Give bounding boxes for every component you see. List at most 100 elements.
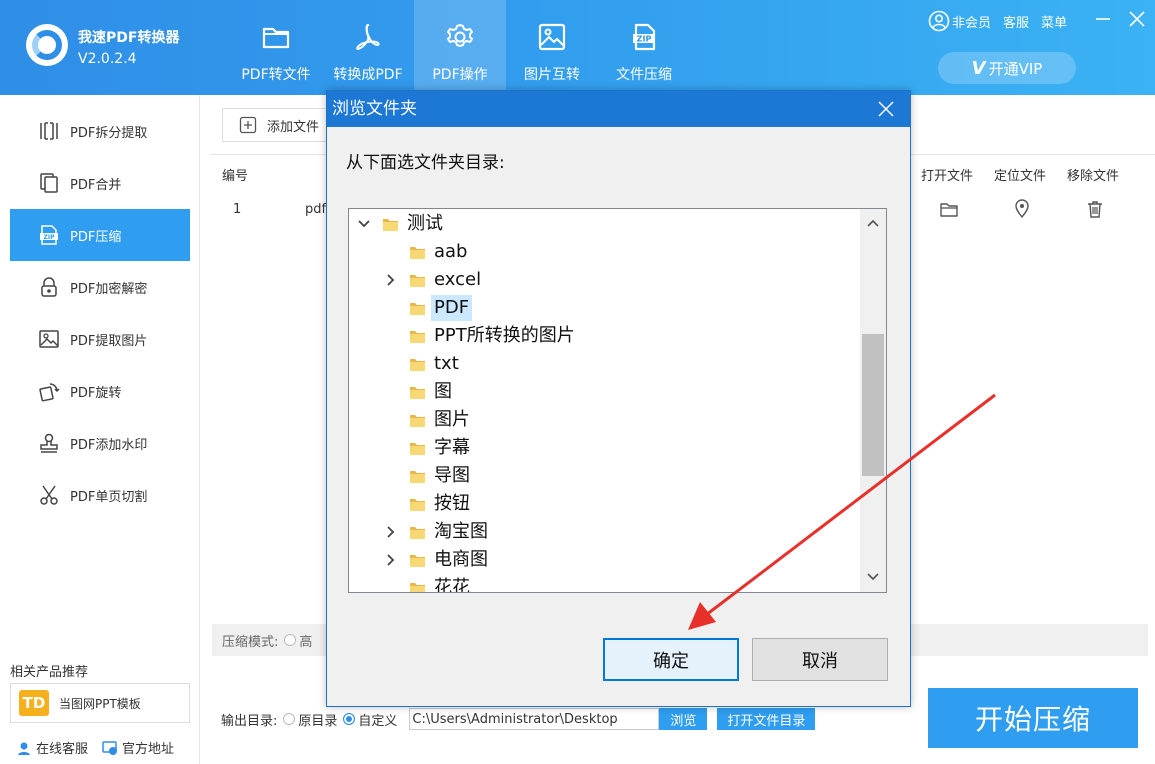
gear-icon	[447, 24, 473, 47]
sidebar-links: 在线客服 官方地址	[16, 738, 188, 757]
folder-name: 图	[434, 381, 452, 402]
tab-image-convert[interactable]: 图片互转	[506, 0, 598, 95]
start-compress-button[interactable]: 开始压缩	[928, 688, 1138, 748]
sidebar-item-compress[interactable]: ZIP PDF压缩	[10, 209, 190, 261]
tree-folder-12[interactable]: 电商图	[349, 546, 859, 574]
tree-folder-0[interactable]: 测试	[349, 210, 859, 238]
sidebar-item-label: PDF拆分提取	[70, 125, 148, 141]
sidebar-item-cut[interactable]: PDF单页切割	[10, 469, 190, 521]
chevron-right-icon[interactable]	[384, 273, 398, 287]
sidebar-item-label: PDF合并	[70, 177, 122, 193]
sidebar-item-label: PDF加密解密	[70, 281, 148, 297]
website-icon	[102, 740, 118, 755]
chevron-right-icon[interactable]	[384, 525, 398, 539]
sidebar-item-merge[interactable]: PDF合并	[10, 157, 190, 209]
folder-icon	[410, 303, 425, 315]
product-name: 当图网PPT模板	[59, 696, 141, 711]
tree-folder-3[interactable]: PDF	[349, 294, 859, 322]
sidebar-item-label: PDF单页切割	[70, 489, 148, 505]
tab-pdf-to-file[interactable]: PDF转文件	[230, 0, 322, 95]
tree-folder-9[interactable]: 导图	[349, 462, 859, 490]
folder-name: 导图	[434, 465, 470, 486]
folder-name: 花花	[434, 577, 470, 593]
related-product-card[interactable]: TD 当图网PPT模板	[10, 683, 190, 723]
scroll-down-icon[interactable]	[864, 568, 882, 586]
close-icon[interactable]	[1126, 8, 1148, 30]
member-status[interactable]: 非会员	[952, 12, 991, 31]
tree-folder-1[interactable]: aab	[349, 238, 859, 266]
tab-file-compress[interactable]: ZIP 文件压缩	[598, 0, 690, 95]
tab-label: 文件压缩	[616, 67, 672, 83]
tree-folder-4[interactable]: PPT所转换的图片	[349, 322, 859, 350]
folder-icon	[383, 219, 398, 231]
menu-link[interactable]: 菜单	[1041, 12, 1067, 31]
folder-name: 字幕	[434, 437, 470, 458]
chevron-down-icon[interactable]	[357, 217, 371, 231]
chevron-right-icon[interactable]	[384, 553, 398, 567]
tree-folder-6[interactable]: 图	[349, 378, 859, 406]
column-number: 编号	[222, 169, 249, 184]
service-link[interactable]: 客服	[1003, 12, 1029, 31]
vip-button[interactable]: V 开通VIP	[938, 52, 1076, 84]
sidebar-item-label: PDF提取图片	[70, 333, 148, 349]
folder-name: 测试	[407, 213, 443, 234]
sidebar-item-extract-image[interactable]: PDF提取图片	[10, 313, 190, 365]
folder-name: PPT所转换的图片	[434, 325, 575, 346]
row-filename: pdf	[305, 202, 327, 217]
tree-folder-10[interactable]: 按钮	[349, 490, 859, 518]
open-dir-button[interactable]: 打开文件目录	[717, 708, 816, 730]
tree-folder-13[interactable]: 花花	[349, 574, 859, 593]
sidebar-item-encrypt[interactable]: PDF加密解密	[10, 261, 190, 313]
sidebar-item-rotate[interactable]: PDF旋转	[10, 365, 190, 417]
compress-mode-radio[interactable]	[284, 634, 297, 646]
folder-name: 按钮	[434, 493, 470, 514]
tab-convert-to-pdf[interactable]: 转换成PDF	[322, 0, 414, 95]
folder-icon	[410, 331, 425, 343]
tab-label: 图片互转	[524, 67, 580, 83]
folder-icon	[410, 443, 425, 455]
tab-pdf-operations[interactable]: PDF操作	[414, 0, 506, 95]
sidebar-item-split[interactable]: PDF拆分提取	[10, 105, 190, 157]
dialog-close-icon[interactable]	[876, 99, 896, 119]
compress-mode-option: 高	[299, 634, 313, 650]
radio-custom-dir[interactable]	[343, 713, 356, 725]
tree-folder-8[interactable]: 字幕	[349, 434, 859, 462]
product-logo: TD	[19, 690, 49, 716]
online-service-link[interactable]: 在线客服	[16, 738, 88, 757]
folder-icon	[410, 583, 425, 592]
image-icon	[538, 23, 566, 51]
scissors-icon	[40, 485, 58, 505]
radio-original-dir[interactable]	[283, 713, 296, 725]
folder-name: 图片	[434, 409, 470, 430]
scrollbar[interactable]	[860, 209, 886, 592]
tree-folder-7[interactable]: 图片	[349, 406, 859, 434]
tab-label: PDF操作	[432, 67, 488, 83]
official-site-link[interactable]: 官方地址	[102, 738, 174, 757]
ok-button[interactable]: 确定	[603, 638, 739, 681]
minimize-icon[interactable]	[1092, 8, 1114, 30]
app-name: 我速PDF转换器	[78, 30, 180, 46]
column-locate: 定位文件	[994, 169, 1047, 184]
folder-icon	[410, 471, 425, 483]
sidebar-item-watermark[interactable]: PDF添加水印	[10, 417, 190, 469]
folder-name: aab	[434, 241, 468, 262]
original-dir-label: 原目录	[298, 713, 338, 729]
user-icon	[928, 10, 950, 32]
dialog-title: 浏览文件夹	[327, 91, 910, 127]
scroll-up-icon[interactable]	[864, 214, 882, 232]
browse-button[interactable]: 浏览	[659, 708, 708, 730]
location-pin-icon[interactable]	[1012, 199, 1032, 219]
tree-folder-5[interactable]: txt	[349, 350, 859, 378]
open-folder-icon[interactable]	[939, 199, 959, 219]
cancel-button[interactable]: 取消	[752, 638, 888, 681]
tree-folder-11[interactable]: 淘宝图	[349, 518, 859, 546]
output-row: 输出目录: 原目录 自定义 浏览 打开文件目录	[221, 708, 816, 730]
output-path-input[interactable]	[409, 708, 660, 730]
trash-icon[interactable]	[1085, 199, 1105, 219]
folder-icon	[410, 359, 425, 371]
folder-tree[interactable]: 花花 电商图 淘宝图 按钮 导图 字幕 图片 图 txt PPT所转换的图片 PDF excel aab…	[348, 208, 887, 593]
add-file-button[interactable]: 添加文件	[222, 108, 332, 142]
tree-folder-2[interactable]: excel	[349, 266, 859, 294]
rotate-icon	[39, 383, 60, 402]
scroll-thumb[interactable]	[862, 334, 884, 476]
